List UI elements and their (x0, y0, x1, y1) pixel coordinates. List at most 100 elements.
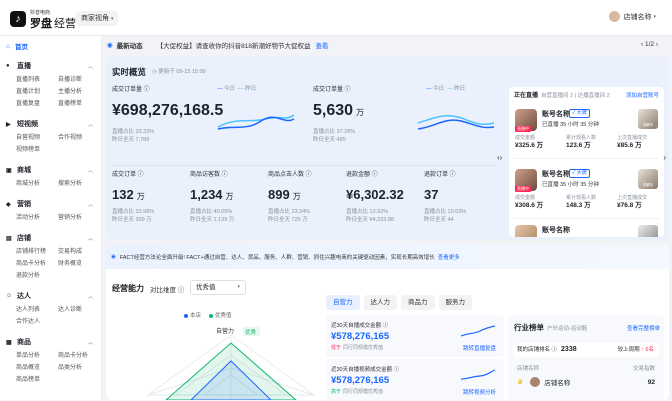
sidebar-item[interactable]: 直播榜单 (58, 98, 100, 110)
chevron-down-icon: ▾ (653, 13, 656, 20)
live-room-card[interactable]: 直播中 账号名称 ✓ 大牌 已直播 35 小时 35 分钟 讲解中 成交金额 ¥3… (514, 159, 659, 219)
sidebar-group-title[interactable]: ◆ 营销 ︿ (0, 196, 101, 212)
column-header-shop: 店铺名称 (517, 366, 540, 372)
metric-label: 成交订单量 ⓘ (313, 87, 351, 93)
compare-dimension-select[interactable]: 优秀值 ▾ (190, 280, 246, 295)
notice-pager[interactable]: ‹ 1/2 › (641, 41, 658, 48)
sidebar-group-title[interactable]: ☺ 达人 ︿ (0, 288, 101, 304)
stat-label: 上次直播成交 (617, 195, 648, 201)
sidebar-item[interactable]: 合作达人 (16, 316, 58, 328)
sidebar-item[interactable]: 直播计划 (16, 86, 58, 98)
stat-value: ¥85.6 万 (617, 142, 642, 149)
sidebar-item[interactable]: 自营视频 (16, 132, 58, 144)
fact-banner: ◉ FACT经营方法论全面升级! FACT+通过自营、达人、货品、服务、人群、营… (106, 245, 669, 269)
sidebar-item[interactable]: 商品卡分析 (16, 258, 58, 270)
update-time: ◷ 更新于 09-15 15:00 (152, 69, 206, 75)
trade-index: 92 (647, 378, 655, 386)
notice-text[interactable]: 【大促权益】请查收你的抖音818新潮好物节大促权益 (157, 40, 311, 50)
sidebar-item[interactable]: 商品卡分析 (58, 350, 100, 362)
sidebar-item[interactable]: 交易构成 (58, 246, 100, 258)
fact-more-link[interactable]: 查看更多 (438, 253, 460, 261)
metric-yesterday: 昨日全天 485 (313, 137, 346, 143)
full-ranking-link[interactable]: 查看完整榜单 (627, 324, 660, 332)
carousel-next-button[interactable]: › (663, 153, 666, 162)
radar-tag: 优秀 (245, 328, 257, 336)
carousel-prev-button[interactable]: ‹› (497, 153, 502, 162)
metric-clicks[interactable]: 商品点击人数 ⓘ 899 万 直播占比 23.34% 昨日全天 725 万 (268, 169, 312, 224)
sidebar-item[interactable]: 直播复盘 (16, 98, 58, 110)
metric-live-share: 直播占比 33.33% (112, 129, 155, 135)
sidebar-group-title[interactable]: ▶ 短视频 ︿ (0, 116, 101, 132)
sidebar-item[interactable]: 合作视频 (58, 132, 100, 144)
tab-product[interactable]: 商品力 (401, 295, 435, 310)
metric-value: 899 (268, 187, 290, 202)
divider (112, 165, 498, 166)
sidebar-item-home[interactable]: ⌂ 首页 (0, 36, 101, 56)
sidebar-item[interactable]: 自播诊断 (58, 74, 100, 86)
sidebar-subitems: 自营视频 合作视频 视频榜单 (0, 132, 101, 156)
shop-menu[interactable]: 店铺名称 ▾ (608, 11, 656, 22)
logo[interactable]: ♪ 抖音电商 罗盘 经营 (10, 9, 76, 30)
sidebar-item[interactable]: 营销分析 (58, 212, 100, 224)
sidebar-item[interactable]: 商城分析 (16, 178, 58, 190)
jump-video-analysis-link[interactable]: 跳转视频分析 (463, 388, 496, 396)
sidebar-item[interactable]: 直播列表 (16, 74, 58, 86)
sidebar-item[interactable]: 搜索分析 (58, 178, 100, 190)
notice-view-link[interactable]: 查看 (316, 40, 329, 50)
sidebar-group-title[interactable]: ▣ 商城 ︿ (0, 162, 101, 178)
metric-label: 近30天自播视频成交金额 ⓘ (331, 367, 400, 373)
tab-self-operated[interactable]: 自营力 (326, 295, 360, 310)
sidebar-item[interactable]: 财务概览 (58, 258, 100, 270)
ability-title: 经营能力 (112, 284, 144, 293)
metric-order-count[interactable]: 成交订单量 ⓘ 5,630 万 直播占比 37.28% 昨日全天 485 (313, 84, 364, 144)
live-duration: 已直播 35 小时 35 分钟 (542, 122, 599, 128)
sidebar-item[interactable]: 品类分析 (58, 362, 100, 374)
chevron-up-icon: ︿ (87, 201, 93, 208)
trend-sparkline (460, 369, 496, 380)
sidebar-item[interactable]: 达人诊断 (58, 304, 100, 316)
sidebar-item[interactable]: 活动分析 (16, 212, 58, 224)
sidebar-item[interactable]: 达人列表 (16, 304, 58, 316)
metric-visitors[interactable]: 商品访客数 ⓘ 1,234 万 直播占比 40.05% 昨日全天 1,139 万 (190, 169, 234, 224)
metric-refund-amount[interactable]: 退款金额 ⓘ ¥6,302.32 直播占比 12.92% 昨日全天 ¥4,223… (346, 169, 404, 224)
sidebar-item[interactable]: 商品概览 (16, 362, 58, 374)
sidebar-item[interactable]: 退款分析 (16, 270, 58, 282)
sidebar-item[interactable]: 视频榜单 (16, 144, 58, 156)
legend-today: 今日 (433, 86, 445, 92)
crown-icon: ♛ (517, 379, 524, 386)
sidebar-item-label: 首页 (14, 44, 28, 51)
account-name: 账号名称 (542, 171, 570, 178)
sidebar-group-title[interactable]: ▤ 店铺 ︿ (0, 230, 101, 246)
chevron-up-icon: ︿ (87, 235, 93, 242)
metric-gmv[interactable]: 成交订单量 ⓘ ¥698,276,168.5 直播占比 33.33% 昨日全天 … (112, 84, 223, 144)
sidebar-item[interactable]: 店铺排行榜 (16, 246, 58, 258)
room-stat: 累计观看人数 148.3 万 (566, 194, 596, 210)
ability-metric-card[interactable]: 近30天自播视频成交金额 ⓘ ¥578,276,165 高于 同行同规模优秀值 跳… (326, 359, 504, 401)
jump-live-review-link[interactable]: 跳转直播复盘 (463, 344, 496, 352)
industry-ranking-panel: 行业榜单 户外运动-运动鞋 查看完整榜单 我的店铺排名 ⓘ 2338 较上周期 ↑ … (508, 315, 664, 400)
stat-label: 上次直播成交 (617, 135, 648, 141)
tab-influencer[interactable]: 达人力 (363, 295, 397, 310)
sidebar-group-title[interactable]: ▦ 商品 ︿ (0, 334, 101, 350)
ability-metric-card[interactable]: 近30天自播成交金额 ⓘ ¥578,276,165 低于 同行同规模优秀值 跳转直… (326, 315, 504, 357)
thumbnail-label: 讲解中 (642, 123, 654, 127)
menu-icon: ▣ (6, 167, 12, 174)
tab-service[interactable]: 服务力 (438, 295, 472, 310)
orders-sparkline (417, 114, 495, 130)
metric-label: 退款订单 ⓘ (424, 172, 456, 178)
sidebar-item[interactable]: 商品榜单 (16, 374, 58, 386)
metric-unit: 万 (225, 192, 234, 201)
metric-order[interactable]: 成交订单 ⓘ 132 万 直播占比 33.98% 昨日全天 399 万 (112, 169, 154, 224)
metric-refund-orders[interactable]: 退款订单 ⓘ 37 直播占比 10.03% 昨日全天 44 (424, 169, 466, 224)
sidebar-group-label: 达人 (17, 293, 31, 300)
seller-view-dropdown[interactable]: 商家视角 ▾ (76, 11, 119, 26)
rank-change-label: 较上周期 (617, 347, 640, 353)
fact-text: FACT经营方法论全面升级! FACT+通过自营、达人、货品、服务、人群、营销、… (119, 255, 435, 261)
live-room-card[interactable]: 直播中 账号名称 ✓ 大牌 已直播 35 小时 35 分钟 讲解中 成交金额 ¥3… (514, 99, 659, 159)
sidebar-group-title[interactable]: ● 直播 ︿ (0, 58, 101, 74)
ranking-row[interactable]: ♛ 店铺名称 92 (517, 377, 655, 387)
add-account-link[interactable]: 添加自营账号 (626, 91, 659, 99)
live-room-card[interactable]: 账号名称 (514, 219, 659, 239)
sidebar-item[interactable]: 单品分析 (16, 350, 58, 362)
sidebar-item[interactable]: 主播分析 (58, 86, 100, 98)
